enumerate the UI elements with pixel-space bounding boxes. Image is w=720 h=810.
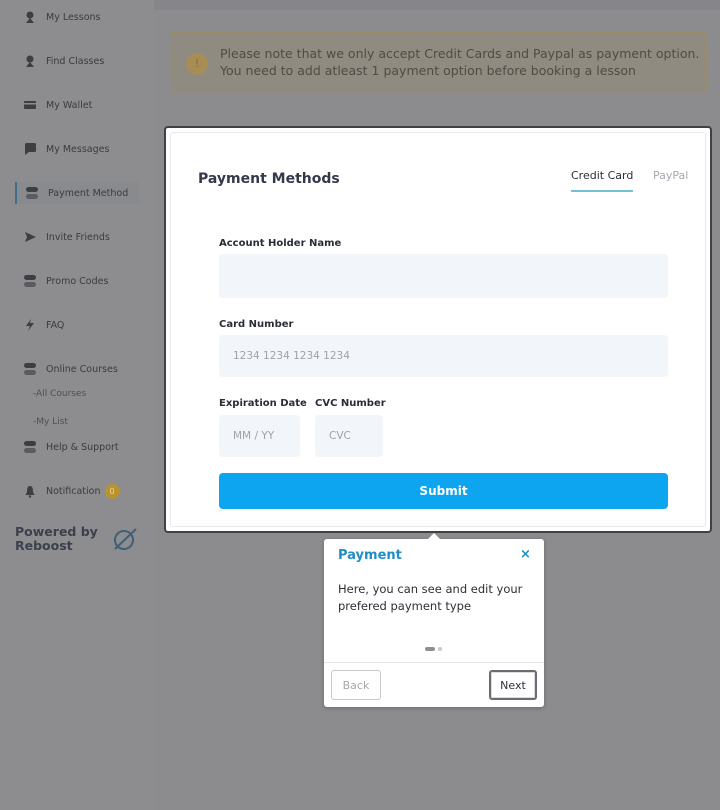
sidebar-item-payment-method[interactable]: Payment Method [15,182,139,204]
chat-icon [22,142,38,156]
sidebar-item-label: My Lessons [46,11,101,23]
sidebar-item-faq[interactable]: FAQ [22,314,64,336]
toggle-icon [22,362,38,376]
warning-icon: ! [186,53,208,75]
tab-credit-card[interactable]: Credit Card [571,169,634,192]
progress-dot-active [425,647,435,651]
sidebar-item-label: Payment Method [48,187,129,199]
lightning-icon [22,318,38,332]
tooltip-title: Payment [338,548,402,563]
toggle-icon [22,274,38,288]
submit-button[interactable]: Submit [219,473,668,509]
sidebar: My Lessons Find Classes My Wallet My Mes… [0,0,154,810]
expiration-date-label: Expiration Date [219,398,307,409]
sidebar-subitem-my-list[interactable]: -My List [33,417,68,427]
main-header-strip [154,0,720,10]
card-number-field[interactable] [219,335,668,377]
sidebar-item-label: My Wallet [46,99,93,111]
account-holder-field[interactable] [219,254,668,298]
sidebar-item-my-wallet[interactable]: My Wallet [22,94,92,116]
sidebar-item-my-messages[interactable]: My Messages [22,138,109,160]
payment-methods-inner: Payment Methods Credit Card PayPal Accou… [170,132,706,527]
sidebar-item-my-lessons[interactable]: My Lessons [22,6,101,28]
sidebar-item-label: Promo Codes [46,275,109,287]
sidebar-item-promo-codes[interactable]: Promo Codes [22,270,108,292]
sidebar-item-invite-friends[interactable]: Invite Friends [22,226,110,248]
user-icon [22,10,38,24]
sidebar-item-online-courses[interactable]: Online Courses [22,358,118,380]
next-button[interactable]: Next [489,670,537,700]
sidebar-item-label: Help & Support [46,441,119,453]
sidebar-item-help-support[interactable]: Help & Support [22,436,119,458]
page-title: Payment Methods [198,171,340,187]
sidebar-item-label: Notification [46,485,101,497]
bell-icon [22,484,38,498]
account-holder-label: Account Holder Name [219,238,342,249]
notice-text: Please note that we only accept Credit C… [220,46,700,78]
sidebar-item-label: FAQ [46,319,65,331]
expiration-date-field[interactable] [219,415,300,457]
cvc-field[interactable] [315,415,383,457]
tooltip-arrow [428,533,440,539]
sidebar-item-label: Find Classes [46,55,105,67]
sidebar-item-notification[interactable]: Notification 0 [22,480,120,502]
powered-by-text: Powered by Reboost [15,524,98,553]
tour-tooltip: Payment × Here, you can see and edit you… [324,533,544,707]
reboost-logo-icon [114,528,137,550]
sidebar-item-label: Invite Friends [46,231,110,243]
tooltip-body: Here, you can see and edit your prefered… [338,582,523,613]
progress-dot [438,647,442,651]
tooltip-divider [324,662,544,663]
wallet-icon [22,98,38,112]
payment-notice: ! Please note that we only accept Credit… [169,32,707,94]
toggle-icon [24,186,40,200]
tab-paypal[interactable]: PayPal [653,169,688,182]
back-button[interactable]: Back [331,670,381,700]
notification-count-badge: 0 [104,483,120,499]
sidebar-item-find-classes[interactable]: Find Classes [22,50,104,72]
sidebar-item-label: Online Courses [46,363,118,375]
payment-methods-card: Payment Methods Credit Card PayPal Accou… [164,126,712,533]
user-search-icon [22,54,38,68]
cvc-number-label: CVC Number [315,398,386,409]
toggle-icon [22,440,38,454]
card-number-label: Card Number [219,319,294,330]
close-icon[interactable]: × [520,547,531,562]
sidebar-subitem-all-courses[interactable]: -All Courses [33,389,86,399]
tour-progress-dots [425,646,442,652]
send-icon [22,230,38,244]
sidebar-item-label: My Messages [46,143,110,155]
